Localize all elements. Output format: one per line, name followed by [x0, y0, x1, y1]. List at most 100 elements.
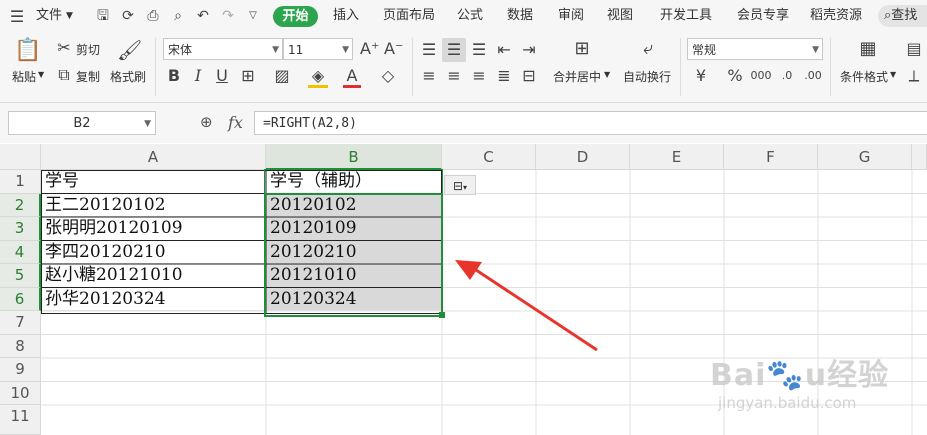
- cell-a3[interactable]: 张明明20120109: [41, 217, 266, 241]
- merge-center-label[interactable]: 合并居中: [553, 68, 601, 85]
- fx-icon[interactable]: fx: [228, 113, 243, 132]
- paste-dropdown-icon[interactable]: ▼: [38, 70, 44, 79]
- row-header[interactable]: 5: [0, 264, 41, 288]
- increase-font-icon[interactable]: A⁺: [360, 40, 379, 58]
- zoom-icon[interactable]: ⊕: [200, 113, 213, 131]
- cell-a1[interactable]: 学号: [41, 170, 266, 194]
- file-dropdown-icon[interactable]: ▼: [66, 0, 73, 32]
- tab-data[interactable]: 数据: [507, 0, 533, 32]
- paste-button-label[interactable]: 粘贴: [12, 68, 36, 85]
- print-preview-icon[interactable]: ⌕: [170, 8, 186, 24]
- border-icon[interactable]: ⊞: [238, 67, 258, 85]
- row-header[interactable]: 4: [0, 240, 41, 264]
- clear-format-icon[interactable]: ◇: [378, 67, 398, 85]
- wrap-text-icon[interactable]: ⤶: [636, 40, 660, 58]
- decrease-decimal-icon[interactable]: .00: [802, 67, 824, 85]
- column-header-h[interactable]: [912, 144, 927, 170]
- tab-start[interactable]: 开始: [273, 6, 318, 27]
- column-header-e[interactable]: E: [630, 144, 724, 170]
- redo-icon[interactable]: ↷: [220, 8, 236, 24]
- cell-style-icon[interactable]: ⟂: [905, 67, 923, 85]
- number-format-select[interactable]: 常规 ▼: [687, 38, 823, 60]
- row-header[interactable]: 9: [0, 358, 41, 382]
- tab-developer[interactable]: 开发工具: [660, 0, 712, 32]
- menu-icon[interactable]: ☰: [9, 8, 25, 26]
- align-right-icon[interactable]: ≡: [470, 67, 488, 85]
- copy-icon[interactable]: ⧉: [55, 66, 73, 84]
- format-painter-label[interactable]: 格式刷: [110, 68, 146, 85]
- search-box[interactable]: ⌕查找: [878, 5, 927, 27]
- underline-icon[interactable]: U: [214, 67, 230, 85]
- tab-member[interactable]: 会员专享: [737, 0, 789, 32]
- justify-icon[interactable]: ≣: [495, 67, 513, 85]
- cell-b1[interactable]: 学号（辅助）: [266, 170, 442, 194]
- tab-docer-resources[interactable]: 稻壳资源: [810, 0, 862, 32]
- column-header-a[interactable]: A: [41, 144, 266, 170]
- table-style-icon[interactable]: ▤: [905, 40, 923, 58]
- cloud-save-icon[interactable]: ⟳: [120, 8, 136, 24]
- row-header[interactable]: 10: [0, 381, 41, 405]
- fill-handle[interactable]: [439, 312, 445, 318]
- column-header-b[interactable]: B: [266, 144, 442, 170]
- tab-insert[interactable]: 插入: [333, 0, 359, 32]
- decrease-indent-icon[interactable]: ⇤: [495, 41, 513, 59]
- merge-dropdown-icon[interactable]: ▼: [604, 70, 610, 79]
- cut-icon[interactable]: ✂: [55, 39, 73, 57]
- cell-b4[interactable]: 20120210: [266, 240, 442, 264]
- cell-b3[interactable]: 20120109: [266, 217, 442, 241]
- menu-file[interactable]: 文件: [36, 0, 62, 32]
- tab-page-layout[interactable]: 页面布局: [383, 0, 435, 32]
- conditional-format-label[interactable]: 条件格式: [840, 68, 888, 85]
- cell-b5[interactable]: 20121010: [266, 264, 442, 288]
- align-left-icon[interactable]: ≡: [420, 67, 438, 85]
- thousands-separator-icon[interactable]: 000: [750, 67, 772, 85]
- cell-b6[interactable]: 20120324: [266, 287, 442, 311]
- cell-a2[interactable]: 王二20120102: [41, 193, 266, 217]
- bold-icon[interactable]: B: [166, 67, 182, 85]
- fill-color-icon[interactable]: ◈: [308, 67, 328, 88]
- select-all-corner[interactable]: [0, 144, 41, 170]
- row-header[interactable]: 8: [0, 334, 41, 358]
- increase-decimal-icon[interactable]: .0: [776, 67, 798, 85]
- align-middle-icon[interactable]: ☰: [445, 41, 463, 59]
- more-quick-access-icon[interactable]: ▽: [245, 8, 261, 24]
- row-header[interactable]: 6: [0, 287, 41, 311]
- merge-center-icon[interactable]: ⊞: [570, 40, 594, 58]
- align-center-icon[interactable]: ≡: [445, 67, 463, 85]
- currency-icon[interactable]: ¥: [692, 67, 710, 85]
- wrap-text-label[interactable]: 自动换行: [623, 68, 671, 85]
- italic-icon[interactable]: I: [190, 67, 206, 85]
- format-painter-icon[interactable]: 🖌: [117, 38, 142, 62]
- row-header[interactable]: 2: [0, 193, 41, 217]
- font-name-select[interactable]: 宋体 ▼: [163, 38, 283, 60]
- percent-icon[interactable]: %: [726, 67, 744, 85]
- tab-formulas[interactable]: 公式: [457, 0, 483, 32]
- decrease-font-icon[interactable]: A⁻: [384, 40, 403, 58]
- paste-icon[interactable]: 📋: [14, 38, 41, 64]
- column-header-c[interactable]: C: [442, 144, 536, 170]
- cell-a6[interactable]: 孙华20120324: [41, 287, 266, 311]
- increase-indent-icon[interactable]: ⇥: [520, 41, 538, 59]
- paste-options-button[interactable]: ⊟▾: [444, 175, 476, 195]
- fill-style-icon[interactable]: ▨: [272, 67, 292, 85]
- conditional-format-icon[interactable]: ▦: [857, 40, 879, 58]
- print-icon[interactable]: ⎙: [145, 8, 161, 24]
- row-header[interactable]: 3: [0, 217, 41, 241]
- align-bottom-icon[interactable]: ☰: [470, 41, 488, 59]
- column-header-g[interactable]: G: [818, 144, 912, 170]
- font-size-select[interactable]: 11 ▼: [283, 38, 353, 60]
- distributed-icon[interactable]: ⊟: [520, 67, 538, 85]
- align-top-icon[interactable]: ☰: [420, 41, 438, 59]
- column-header-f[interactable]: F: [724, 144, 818, 170]
- cell-a4[interactable]: 李四20120210: [41, 240, 266, 264]
- save-icon[interactable]: 🖫: [95, 8, 111, 24]
- row-header[interactable]: 1: [0, 170, 41, 194]
- cut-button-label[interactable]: 剪切: [76, 41, 100, 58]
- undo-icon[interactable]: ↶: [195, 8, 211, 24]
- name-box[interactable]: B2 ▼: [8, 111, 156, 135]
- row-header[interactable]: 11: [0, 405, 41, 435]
- column-header-d[interactable]: D: [536, 144, 630, 170]
- row-header[interactable]: 7: [0, 311, 41, 335]
- cell-a5[interactable]: 赵小糖20121010: [41, 264, 266, 288]
- font-color-icon[interactable]: A: [343, 67, 361, 88]
